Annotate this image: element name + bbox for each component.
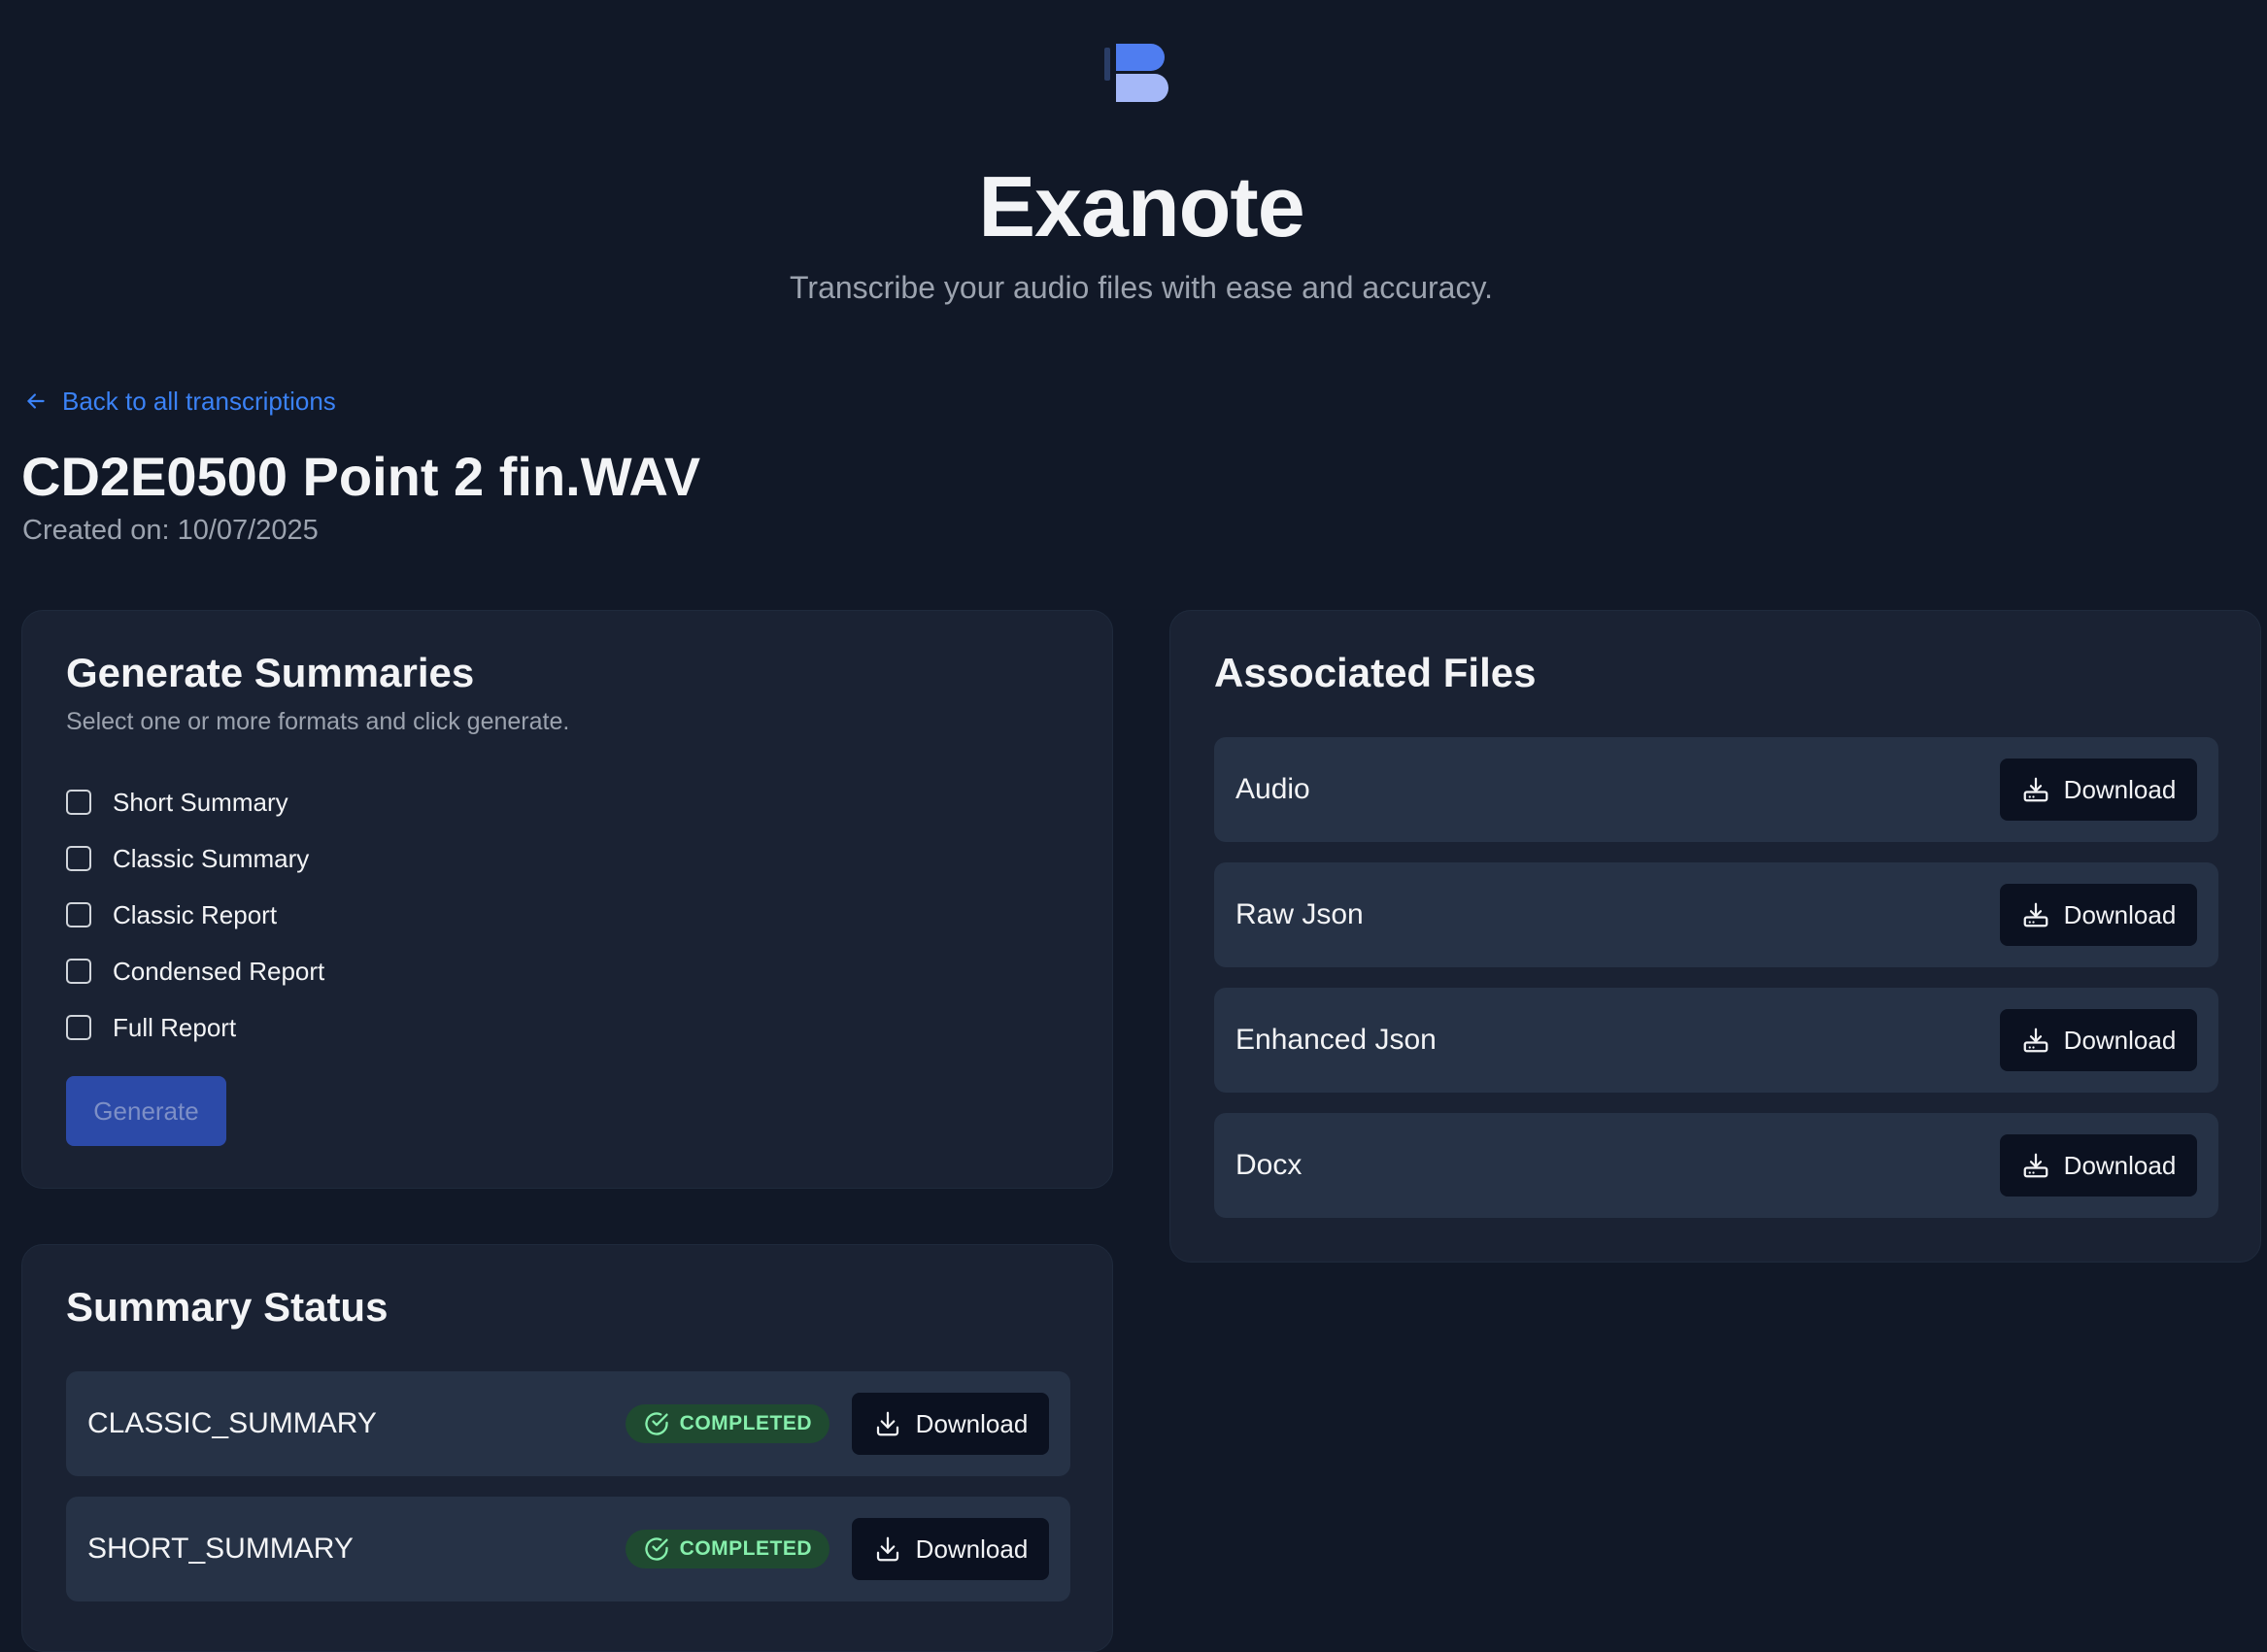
download-icon bbox=[876, 1536, 898, 1562]
file-row-docx: Docx Download bbox=[1214, 1113, 2218, 1218]
download-audio-button[interactable]: Download bbox=[2000, 759, 2197, 821]
download-classic-summary-button[interactable]: Download bbox=[852, 1393, 1049, 1455]
status-badge: COMPLETED bbox=[625, 1530, 829, 1568]
status-text: COMPLETED bbox=[679, 1537, 812, 1560]
status-badge: COMPLETED bbox=[625, 1404, 829, 1443]
check-circle-icon bbox=[645, 1412, 668, 1435]
file-label: Enhanced Json bbox=[1235, 1024, 1437, 1056]
check-circle-icon bbox=[645, 1537, 668, 1561]
file-row-raw-json: Raw Json Download bbox=[1214, 862, 2218, 967]
option-classic-report[interactable]: Classic Report bbox=[66, 887, 324, 943]
download-tray-icon bbox=[2023, 777, 2048, 802]
file-label: Raw Json bbox=[1235, 898, 1364, 930]
checkbox[interactable] bbox=[66, 902, 91, 927]
option-label: Classic Summary bbox=[113, 843, 310, 873]
option-label: Full Report bbox=[113, 1012, 237, 1042]
summary-status-title: Summary Status bbox=[66, 1284, 389, 1330]
download-icon bbox=[876, 1411, 898, 1436]
checkbox[interactable] bbox=[66, 846, 91, 871]
file-row-audio: Audio Download bbox=[1214, 737, 2218, 842]
option-classic-summary[interactable]: Classic Summary bbox=[66, 830, 324, 887]
download-tray-icon bbox=[2023, 902, 2048, 927]
generate-summaries-description: Select one or more formats and click gen… bbox=[66, 708, 570, 735]
summary-type-label: CLASSIC_SUMMARY bbox=[87, 1407, 377, 1439]
generate-summaries-card: Generate Summaries Select one or more fo… bbox=[21, 610, 1113, 1189]
app-title: Exanote bbox=[978, 158, 1304, 254]
option-full-report[interactable]: Full Report bbox=[66, 999, 324, 1056]
download-enhanced-json-button[interactable]: Download bbox=[2000, 1009, 2197, 1071]
file-label: Docx bbox=[1235, 1149, 1303, 1181]
download-docx-button[interactable]: Download bbox=[2000, 1134, 2197, 1197]
download-label: Download bbox=[2063, 899, 2177, 929]
arrow-left-icon bbox=[27, 393, 45, 409]
status-row-short-summary: SHORT_SUMMARY COMPLETED Download bbox=[66, 1497, 1070, 1601]
associated-files-card: Associated Files Audio Download Raw Json… bbox=[1169, 610, 2261, 1263]
download-tray-icon bbox=[2023, 1153, 2048, 1178]
page-title: CD2E0500 Point 2 fin.WAV bbox=[21, 446, 701, 507]
status-text: COMPLETED bbox=[679, 1412, 812, 1434]
download-label: Download bbox=[2063, 1025, 2177, 1055]
file-row-enhanced-json: Enhanced Json Download bbox=[1214, 988, 2218, 1093]
format-options-list: Short Summary Classic Summary Classic Re… bbox=[66, 774, 324, 1056]
app-subtitle: Transcribe your audio files with ease an… bbox=[790, 270, 1493, 305]
generate-summaries-title: Generate Summaries bbox=[66, 650, 475, 695]
exanote-logo-icon bbox=[1104, 44, 1168, 102]
checkbox[interactable] bbox=[66, 1015, 91, 1040]
option-short-summary[interactable]: Short Summary bbox=[66, 774, 324, 830]
summary-status-card: Summary Status CLASSIC_SUMMARY COMPLETED… bbox=[21, 1244, 1113, 1652]
option-condensed-report[interactable]: Condensed Report bbox=[66, 943, 324, 999]
summary-type-label: SHORT_SUMMARY bbox=[87, 1533, 354, 1565]
option-label: Short Summary bbox=[113, 787, 288, 817]
checkbox[interactable] bbox=[66, 790, 91, 815]
download-label: Download bbox=[2063, 1150, 2177, 1180]
download-short-summary-button[interactable]: Download bbox=[852, 1518, 1049, 1580]
created-on-date: Created on: 10/07/2025 bbox=[22, 515, 319, 546]
download-label: Download bbox=[915, 1408, 1029, 1438]
status-row-classic-summary: CLASSIC_SUMMARY COMPLETED Download bbox=[66, 1371, 1070, 1476]
download-raw-json-button[interactable]: Download bbox=[2000, 884, 2197, 946]
option-label: Condensed Report bbox=[113, 956, 325, 986]
back-to-transcriptions-link[interactable]: Back to all transcriptions bbox=[23, 384, 336, 419]
download-tray-icon bbox=[2023, 1028, 2048, 1053]
file-label: Audio bbox=[1235, 773, 1310, 805]
download-label: Download bbox=[915, 1534, 1029, 1564]
associated-files-title: Associated Files bbox=[1214, 650, 1537, 695]
download-label: Download bbox=[2063, 774, 2177, 804]
back-link-label: Back to all transcriptions bbox=[62, 387, 336, 416]
checkbox[interactable] bbox=[66, 959, 91, 984]
generate-button[interactable]: Generate bbox=[66, 1076, 226, 1146]
option-label: Classic Report bbox=[113, 899, 278, 929]
